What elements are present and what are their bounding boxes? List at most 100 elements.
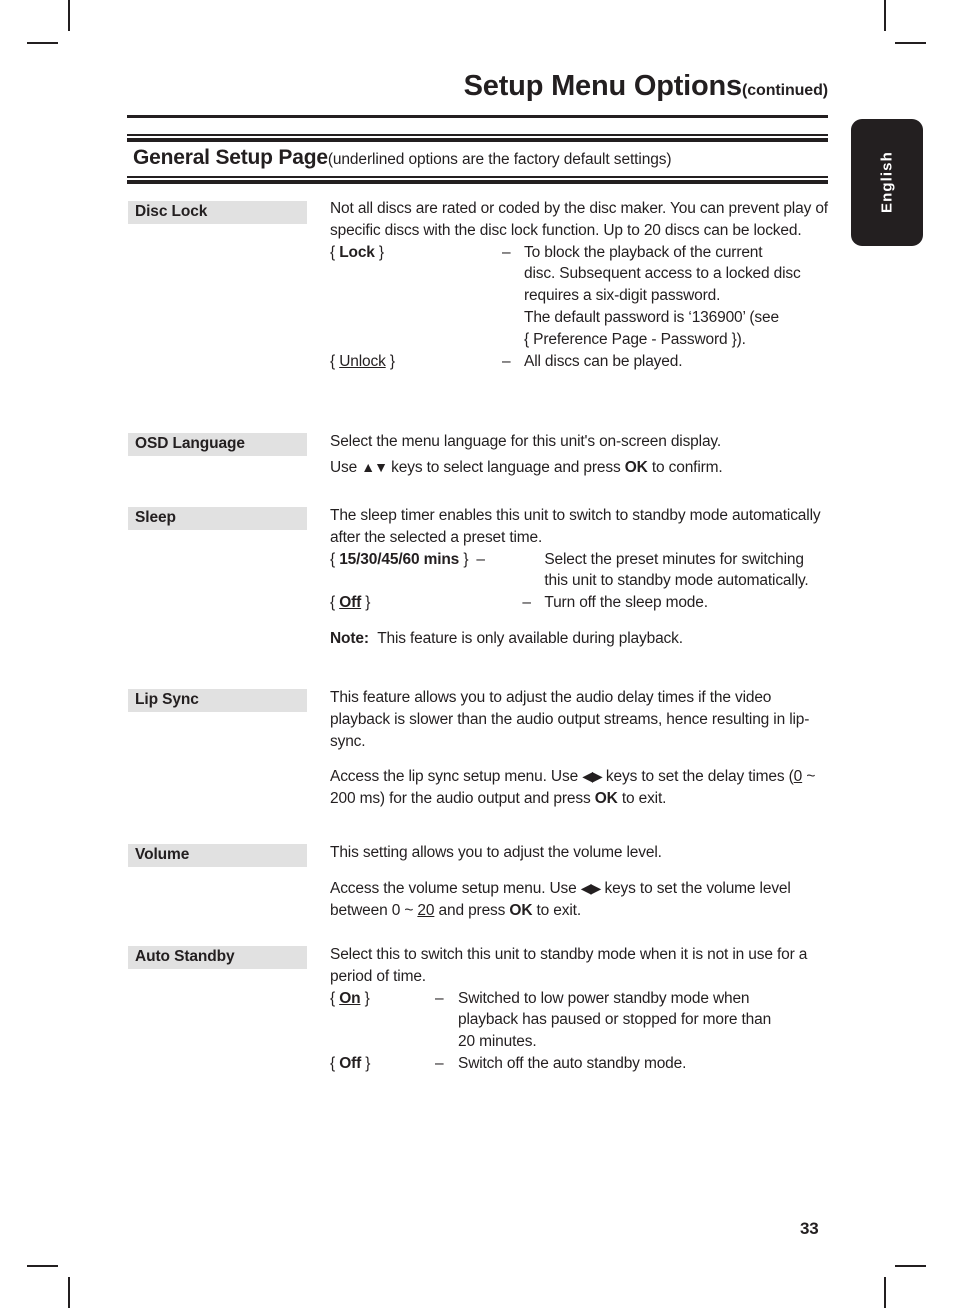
setting-label-text: Sleep	[135, 509, 176, 526]
setting-intro: Select this to switch this unit to stand…	[330, 946, 808, 985]
setting-note: Note: This feature is only available dur…	[330, 628, 830, 650]
banner-rule-thin-top	[127, 134, 828, 136]
option-name-cell: { Unlock }	[330, 352, 395, 370]
section-title: General Setup Page	[133, 146, 328, 169]
option-row: { On } – Switched to low power standby m…	[330, 988, 771, 1053]
option-dash: –	[435, 1054, 444, 1072]
setting-label-auto-standby: Auto Standby	[128, 946, 307, 969]
option-desc-line-1: Switched to low power standby mode when	[458, 989, 750, 1007]
setting-instruction: Use ▲▼ keys to select language and press…	[330, 457, 830, 479]
section-subtitle: (underlined options are the factory defa…	[327, 151, 672, 168]
banner-rule-thin-bottom	[127, 176, 828, 178]
left-right-arrows-icon: ◀▶	[582, 768, 603, 785]
default-value: 0	[793, 768, 803, 786]
option-name: 15/30/45/60 mins	[339, 550, 460, 568]
setting-label-text: Disc Lock	[135, 203, 208, 220]
section-banner: General Setup Page(underlined options ar…	[133, 146, 672, 170]
banner-rule-thick-bottom	[127, 180, 828, 184]
note-text: This feature is only available during pl…	[377, 629, 683, 647]
setting-intro: This feature allows you to adjust the au…	[330, 689, 810, 750]
option-name-cell: { Lock }	[330, 243, 384, 261]
instruction-prefix: Access the volume setup menu. Use	[330, 879, 581, 897]
option-desc-line-5: { Preference Page - Password }).	[524, 330, 746, 348]
setting-label-text: Volume	[135, 846, 190, 863]
page-number: 33	[800, 1219, 819, 1238]
up-down-arrows-icon: ▲▼	[361, 458, 388, 475]
setting-body-auto-standby: Select this to switch this unit to stand…	[330, 944, 830, 1075]
setting-label-text: Lip Sync	[135, 691, 199, 708]
option-table-auto-standby: { On } – Switched to low power standby m…	[330, 988, 771, 1075]
page-title: Setup Menu Options	[463, 70, 743, 102]
option-dash: –	[502, 352, 511, 370]
option-row: { Unlock } – All discs can be played.	[330, 351, 801, 373]
option-table-disc-lock: { Lock } – To block the playback of the …	[330, 242, 801, 373]
instruction-middle: keys to select language and press	[387, 458, 625, 476]
setting-intro: Select the menu language for this unit's…	[330, 433, 722, 450]
option-dash: –	[502, 243, 511, 261]
setting-intro: This setting allows you to adjust the vo…	[330, 844, 662, 861]
option-desc-line-1: Select the preset minutes for switching	[544, 550, 804, 568]
option-name: Off	[339, 594, 362, 612]
ok-key-label: OK	[509, 901, 533, 919]
option-name-cell: { On }	[330, 989, 370, 1007]
instruction-suffix: to exit.	[532, 901, 582, 919]
instruction-middle-2: and press	[434, 901, 510, 919]
option-description: To block the playback of the current dis…	[524, 242, 801, 351]
option-name: Off	[339, 1054, 362, 1072]
setting-body-osd-language: Select the menu language for this unit's…	[330, 431, 830, 479]
page-title-suffix: (continued)	[742, 82, 828, 99]
option-description: Switched to low power standby mode when …	[458, 988, 771, 1053]
setting-intro: The sleep timer enables this unit to swi…	[330, 507, 821, 546]
setting-instruction: Access the volume setup menu. Use ◀▶ key…	[330, 878, 830, 922]
running-head: Setup Menu Options(continued)	[128, 70, 828, 103]
option-description: Select the preset minutes for switching …	[544, 549, 808, 593]
instruction-suffix: to confirm.	[647, 458, 723, 476]
setting-label-text: OSD Language	[135, 435, 245, 452]
instruction-prefix: Use	[330, 458, 362, 476]
note-label: Note:	[330, 629, 369, 647]
option-description: Switch off the auto standby mode.	[458, 1054, 687, 1072]
left-right-arrows-icon: ◀▶	[580, 879, 602, 896]
option-desc-line-2: playback has paused or stopped for more …	[458, 1011, 772, 1029]
language-tab-label: English	[878, 151, 896, 214]
option-desc-line-2: this unit to standby mode automatically.	[544, 572, 809, 590]
option-dash: –	[522, 594, 531, 612]
setting-body-lip-sync: This feature allows you to adjust the au…	[330, 687, 830, 810]
option-desc-line-3: requires a six-digit password.	[524, 287, 721, 305]
setting-label-lip-sync: Lip Sync	[128, 689, 307, 712]
option-name-cell: { Off }	[330, 1054, 371, 1072]
option-dash: –	[476, 550, 485, 568]
option-desc-line-3: 20 minutes.	[458, 1033, 537, 1051]
instruction-suffix: to exit.	[617, 790, 667, 808]
language-tab: English	[851, 119, 923, 246]
option-description: All discs can be played.	[524, 352, 683, 370]
option-name: Lock	[339, 243, 375, 261]
option-desc-line-1: To block the playback of the current	[524, 243, 763, 261]
instruction-prefix: Access the lip sync setup menu. Use	[330, 768, 583, 786]
setting-body-volume: This setting allows you to adjust the vo…	[330, 842, 830, 921]
ok-key-label: OK	[624, 458, 648, 476]
ok-key-label: OK	[594, 790, 618, 808]
default-value: 20	[417, 901, 435, 919]
option-name: Unlock	[339, 352, 386, 370]
setting-label-text: Auto Standby	[135, 948, 235, 965]
manual-page: Setup Menu Options(continued) General Se…	[0, 0, 954, 1308]
banner-rule-thick-top	[127, 138, 828, 142]
setting-body-sleep: The sleep timer enables this unit to swi…	[330, 505, 830, 650]
option-name: On	[339, 989, 361, 1007]
option-name-cell: { Off }	[330, 594, 371, 612]
setting-label-sleep: Sleep	[128, 507, 307, 530]
setting-label-volume: Volume	[128, 844, 307, 867]
option-row: { 15/30/45/60 mins } – Select the preset…	[330, 549, 809, 593]
option-desc-line-4: The default password is ‘136900’ (see	[524, 308, 779, 326]
option-name-cell: { 15/30/45/60 mins }	[330, 550, 469, 568]
option-row: { Lock } – To block the playback of the …	[330, 242, 801, 351]
option-desc-line-2: disc. Subsequent access to a locked disc	[524, 265, 801, 283]
option-table-sleep: { 15/30/45/60 mins } – Select the preset…	[330, 549, 809, 614]
setting-instruction: Access the lip sync setup menu. Use ◀▶ k…	[330, 766, 830, 810]
option-dash: –	[435, 989, 444, 1007]
option-description: Turn off the sleep mode.	[544, 594, 708, 612]
header-rule	[127, 115, 828, 118]
option-row: { Off } – Turn off the sleep mode.	[330, 592, 809, 614]
setting-body-disc-lock: Not all discs are rated or coded by the …	[330, 198, 830, 372]
